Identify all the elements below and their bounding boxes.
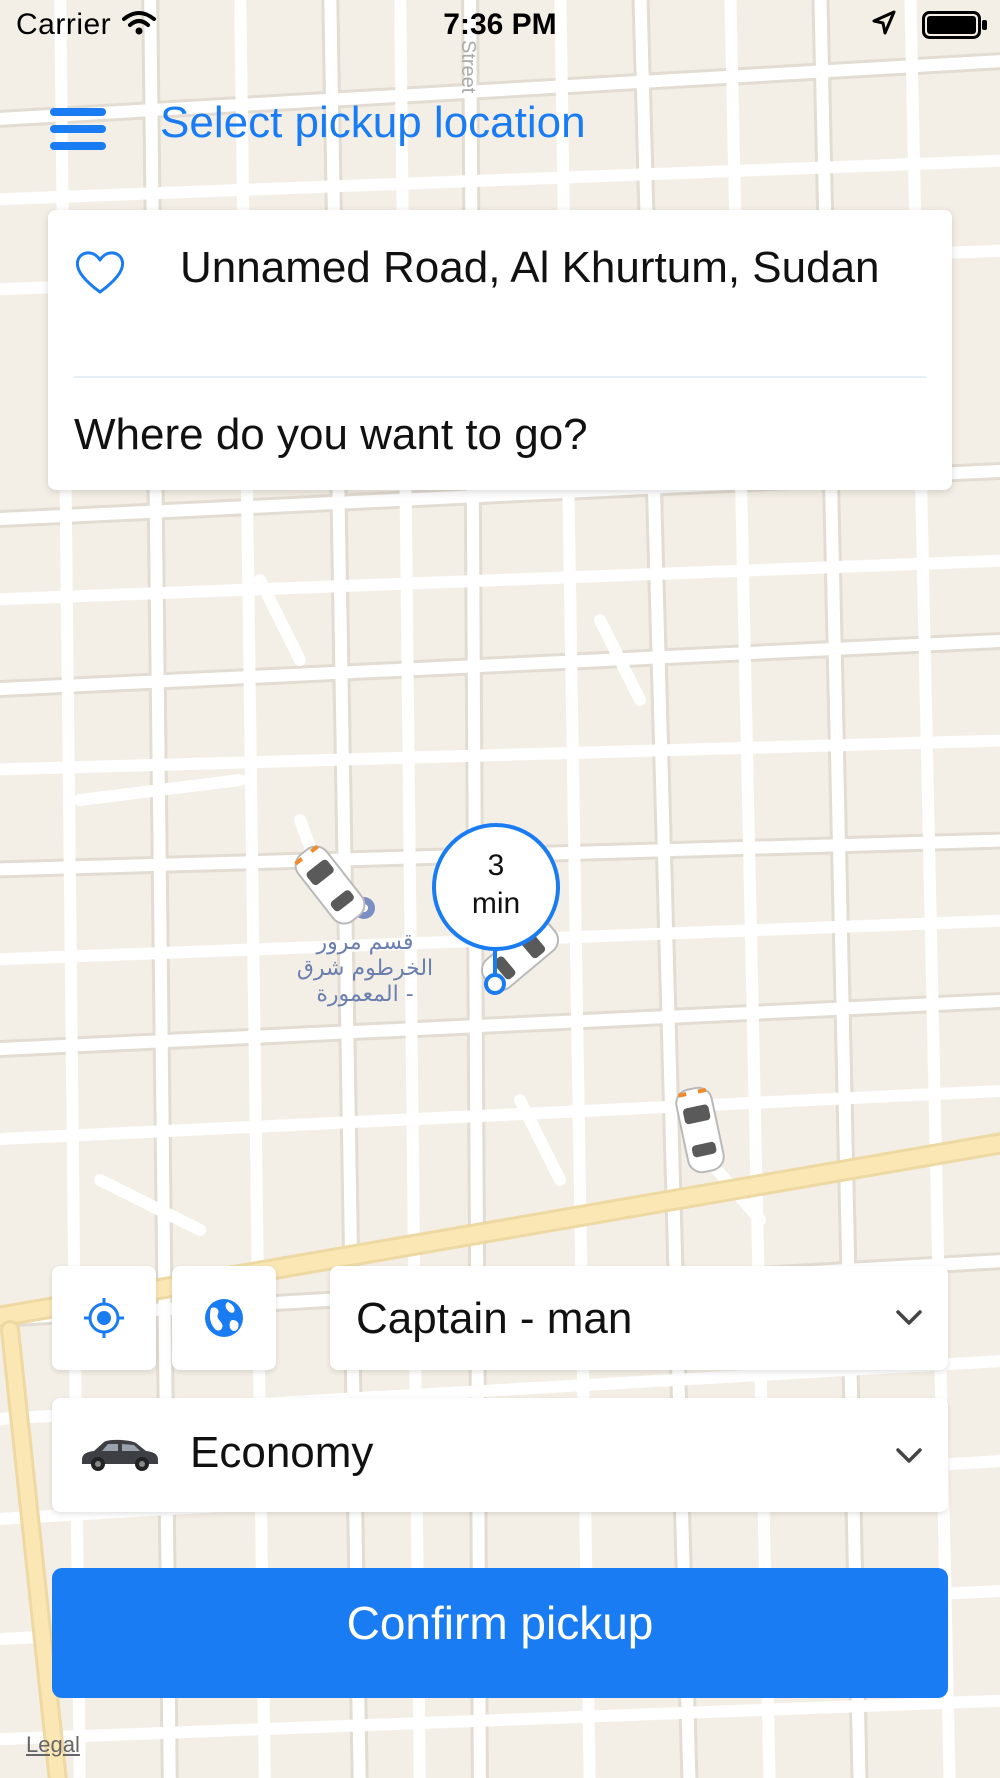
destination-input[interactable]: Where do you want to go? <box>74 410 588 460</box>
car-icon <box>78 1434 162 1479</box>
map-type-button[interactable] <box>172 1266 276 1370</box>
status-bar: Carrier 7:36 PM <box>0 0 1000 50</box>
poi-label-line: - المعمورة <box>316 982 414 1007</box>
poi-label-line: الخرطوم شرق <box>296 956 434 981</box>
eta-number: 3 <box>487 849 505 882</box>
captain-gender-select[interactable]: Captain - man <box>330 1266 948 1370</box>
eta-pickup-pin: 3 min <box>432 823 560 995</box>
hamburger-menu-icon[interactable] <box>50 108 106 154</box>
pickup-address[interactable]: Unnamed Road, Al Khurtum, Sudan <box>180 240 880 296</box>
locate-me-button[interactable] <box>52 1266 156 1370</box>
legal-link[interactable]: Legal <box>26 1732 80 1758</box>
car-type-value: Economy <box>190 1428 374 1477</box>
header: Select pickup location <box>0 80 1000 170</box>
location-arrow-icon <box>872 10 896 44</box>
pin-dot-icon <box>484 973 506 995</box>
poi-label[interactable]: قسم مرور الخرطوم شرق - المعمورة <box>280 930 450 1008</box>
car-type-select[interactable]: Economy <box>52 1398 948 1512</box>
battery-icon <box>922 11 988 47</box>
card-divider <box>74 376 926 378</box>
eta-bubble: 3 min <box>432 823 560 951</box>
heart-icon[interactable] <box>74 248 126 301</box>
eta-unit: min <box>471 887 521 920</box>
screen: Street Carrier 7:36 PM Select pickup loc… <box>0 0 1000 1778</box>
poi-label-line: قسم مرور <box>316 930 414 955</box>
status-time: 7:36 PM <box>443 8 557 41</box>
confirm-pickup-button[interactable]: Confirm pickup <box>52 1568 948 1698</box>
globe-icon <box>205 1299 243 1337</box>
chevron-down-icon <box>896 1310 922 1331</box>
captain-select-value: Captain - man <box>356 1294 633 1343</box>
chevron-down-icon <box>896 1448 922 1469</box>
page-title: Select pickup location <box>160 98 586 147</box>
crosshair-icon <box>84 1298 124 1338</box>
address-card: Unnamed Road, Al Khurtum, Sudan Where do… <box>48 210 952 490</box>
